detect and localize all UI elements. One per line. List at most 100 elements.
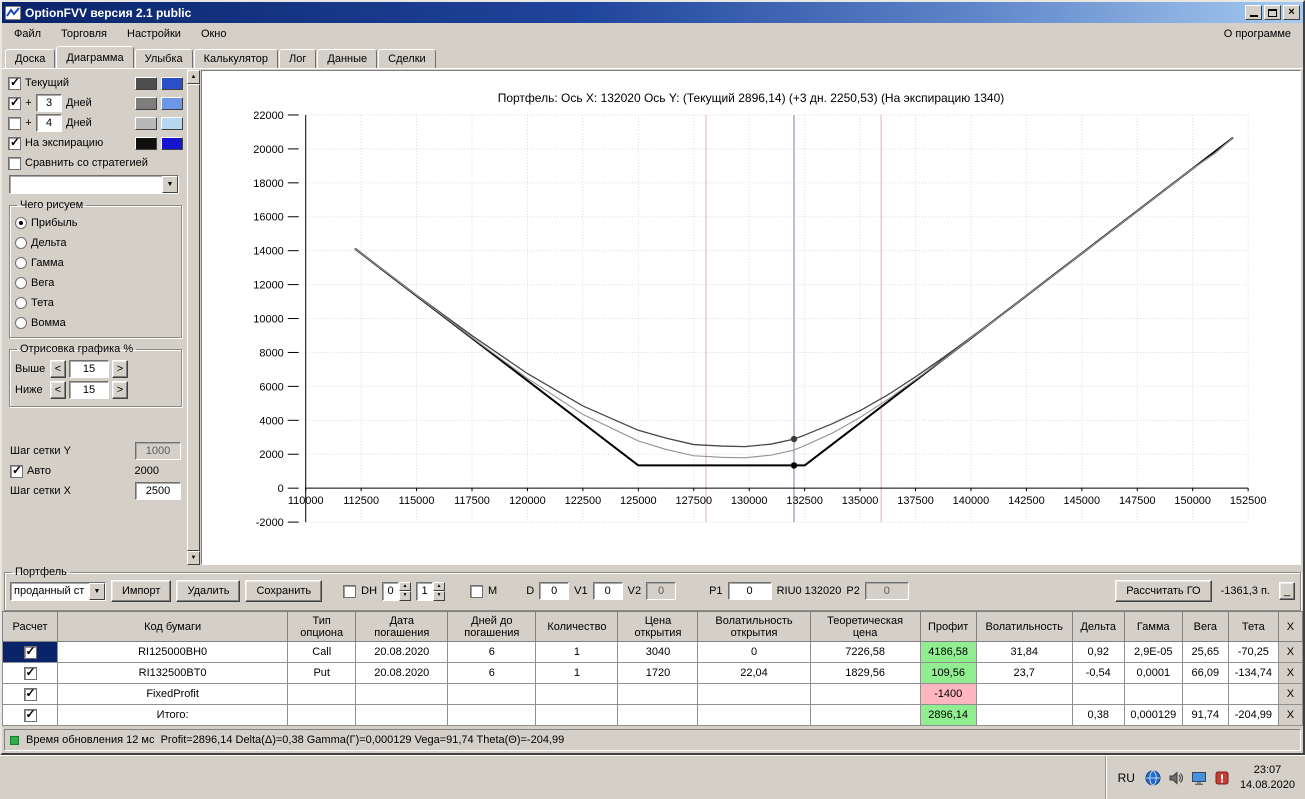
tab-1[interactable]: Диаграмма	[56, 46, 133, 68]
row-calc-cell[interactable]	[3, 642, 58, 663]
collapse-button[interactable]: _	[1279, 582, 1295, 600]
row-calc-cell[interactable]	[3, 663, 58, 684]
menu-file[interactable]: Файл	[4, 25, 51, 43]
scrollbar-thumb[interactable]	[187, 84, 200, 551]
tab-4[interactable]: Лог	[279, 49, 316, 68]
row-checkbox[interactable]	[24, 667, 37, 680]
d-input[interactable]: 0	[539, 582, 569, 600]
sidebar-scrollbar[interactable]: ▲ ▼	[187, 70, 200, 565]
menu-trading[interactable]: Торговля	[51, 25, 117, 43]
strategy-select[interactable]: проданный ст ▼	[10, 582, 106, 601]
row-checkbox[interactable]	[24, 688, 37, 701]
clock[interactable]: 23:07 14.08.2020	[1240, 763, 1295, 793]
strategy-compare-select[interactable]: ▼	[9, 175, 179, 194]
tab-5[interactable]: Данные	[317, 49, 377, 68]
color-swatch-0[interactable]	[135, 97, 157, 110]
dh-spinner-2[interactable]: 1 ▲▼	[416, 582, 445, 601]
save-button[interactable]: Сохранить	[245, 580, 322, 602]
range-below-input[interactable]: 15	[69, 381, 109, 399]
spinner-arrows-icon[interactable]: ▲▼	[433, 582, 445, 601]
row-checkbox[interactable]	[24, 709, 37, 722]
volume-icon[interactable]	[1168, 770, 1184, 786]
maximize-button[interactable]	[1264, 5, 1281, 20]
import-button[interactable]: Импорт	[111, 580, 171, 602]
compare-checkbox[interactable]	[8, 157, 21, 170]
column-header[interactable]: Волатильность	[976, 612, 1072, 642]
grid-step-x-input[interactable]: 2500	[135, 482, 181, 500]
menu-settings[interactable]: Настройки	[117, 25, 191, 43]
auto-checkbox[interactable]	[10, 465, 23, 478]
chevron-down-icon[interactable]: ▼	[89, 583, 105, 600]
days-input[interactable]: 4	[36, 114, 62, 132]
tab-0[interactable]: Доска	[5, 49, 55, 68]
row-checkbox[interactable]	[24, 646, 37, 659]
network-icon[interactable]	[1145, 770, 1161, 786]
column-header[interactable]: Профит	[920, 612, 976, 642]
menu-window[interactable]: Окно	[191, 25, 237, 43]
display-icon[interactable]	[1191, 770, 1207, 786]
color-swatch-1[interactable]	[161, 117, 183, 130]
color-swatch-0[interactable]	[135, 77, 157, 90]
scroll-up-icon[interactable]: ▲	[187, 70, 200, 84]
column-header[interactable]: Цена открытия	[618, 612, 698, 642]
color-swatch-1[interactable]	[161, 77, 183, 90]
radio-option-1[interactable]	[15, 237, 27, 249]
range-below-decrement-button[interactable]: <	[50, 381, 66, 399]
language-indicator[interactable]: RU	[1118, 771, 1135, 785]
radio-option-2[interactable]	[15, 257, 27, 269]
column-header[interactable]: Вега	[1182, 612, 1228, 642]
layer-checkbox[interactable]	[8, 117, 21, 130]
radio-option-0[interactable]	[15, 217, 27, 229]
row-calc-cell[interactable]	[3, 684, 58, 705]
dh-spinner-1[interactable]: 0 ▲▼	[382, 582, 411, 601]
spinner-arrows-icon[interactable]: ▲▼	[399, 582, 411, 601]
radio-option-5[interactable]	[15, 317, 27, 329]
tab-2[interactable]: Улыбка	[135, 49, 193, 68]
column-header[interactable]: Код бумаги	[58, 612, 288, 642]
scroll-down-icon[interactable]: ▼	[187, 551, 200, 565]
column-header[interactable]: Расчет	[3, 612, 58, 642]
color-swatch-0[interactable]	[135, 117, 157, 130]
column-header[interactable]: Количество	[536, 612, 618, 642]
column-header[interactable]: Гамма	[1124, 612, 1182, 642]
close-button[interactable]: ×	[1283, 5, 1300, 20]
row-close-button[interactable]: X	[1278, 684, 1302, 705]
minimize-button[interactable]	[1245, 5, 1262, 20]
row-close-button[interactable]: X	[1278, 642, 1302, 663]
color-swatch-1[interactable]	[161, 137, 183, 150]
column-header[interactable]: Теоретическая цена	[810, 612, 920, 642]
radio-option-4[interactable]	[15, 297, 27, 309]
alert-icon[interactable]	[1214, 770, 1230, 786]
row-close-button[interactable]: X	[1278, 663, 1302, 684]
range-above-decrement-button[interactable]: <	[50, 360, 66, 378]
color-swatch-0[interactable]	[135, 137, 157, 150]
layer-checkbox[interactable]	[8, 137, 21, 150]
column-header[interactable]: Дата погашения	[356, 612, 448, 642]
tab-6[interactable]: Сделки	[378, 49, 436, 68]
delete-button[interactable]: Удалить	[176, 580, 240, 602]
p1-input[interactable]: 0	[728, 582, 772, 600]
chevron-down-icon[interactable]: ▼	[162, 176, 178, 193]
range-above-increment-button[interactable]: >	[112, 360, 128, 378]
v1-input[interactable]: 0	[593, 582, 623, 600]
row-calc-cell[interactable]	[3, 705, 58, 726]
radio-option-3[interactable]	[15, 277, 27, 289]
m-checkbox[interactable]	[470, 585, 483, 598]
days-input[interactable]: 3	[36, 94, 62, 112]
calc-go-button[interactable]: Рассчитать ГО	[1115, 580, 1211, 602]
row-close-button[interactable]: X	[1278, 705, 1302, 726]
column-header[interactable]: Дней до погашения	[448, 612, 536, 642]
layer-checkbox[interactable]	[8, 97, 21, 110]
column-header[interactable]: Дельта	[1072, 612, 1124, 642]
range-below-increment-button[interactable]: >	[112, 381, 128, 399]
column-header[interactable]: Тип опциона	[288, 612, 356, 642]
tab-3[interactable]: Калькулятор	[194, 49, 278, 68]
menu-about[interactable]: О программе	[1214, 25, 1301, 43]
range-above-input[interactable]: 15	[69, 360, 109, 378]
layer-checkbox[interactable]	[8, 77, 21, 90]
column-header[interactable]: Тета	[1228, 612, 1278, 642]
column-header[interactable]: X	[1278, 612, 1302, 642]
dh-checkbox[interactable]	[343, 585, 356, 598]
color-swatch-1[interactable]	[161, 97, 183, 110]
column-header[interactable]: Волатильность открытия	[698, 612, 810, 642]
